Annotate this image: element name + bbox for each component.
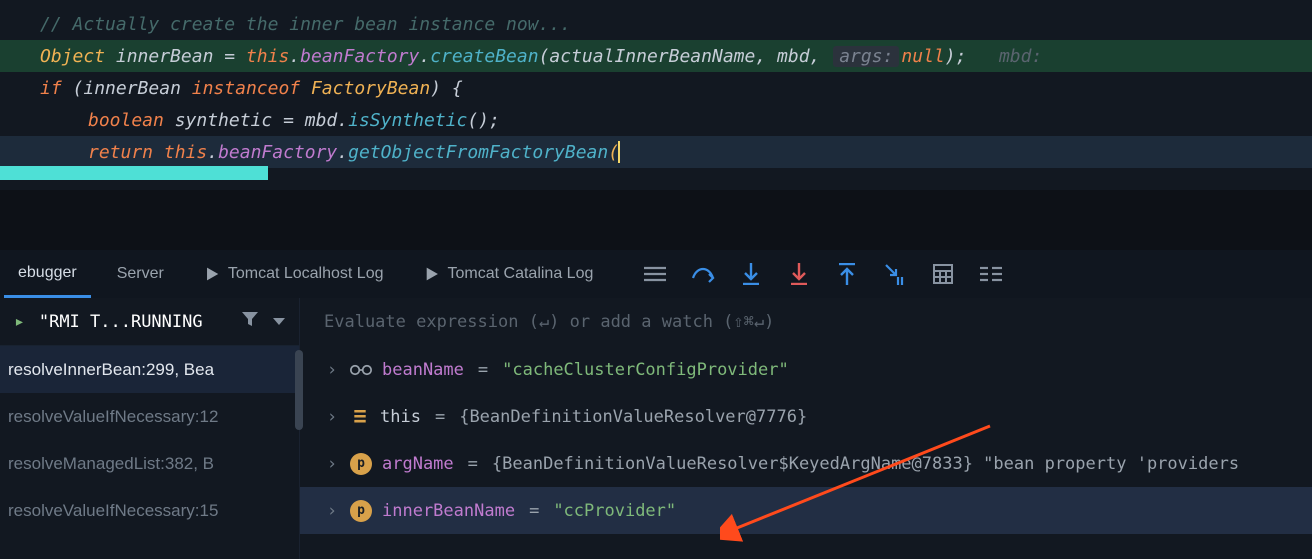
variable-value: {BeanDefinitionValueResolver$KeyedArgNam…	[492, 454, 1239, 474]
variable-value: "cacheClusterConfigProvider"	[502, 360, 789, 380]
vertical-scrollbar[interactable]	[295, 350, 303, 430]
expand-chevron-icon[interactable]: ›	[324, 454, 340, 474]
tab-label: Server	[117, 265, 164, 283]
play-icon	[424, 266, 440, 282]
frames-panel: ▸ "RMI T...RUNNING resolveInnerBean:299,…	[0, 298, 300, 559]
expand-chevron-icon[interactable]: ›	[324, 360, 340, 380]
variable-value: "ccProvider"	[553, 501, 676, 521]
stack-frame[interactable]: resolveInnerBean:299, Bea	[0, 346, 299, 393]
variable-name: this	[380, 407, 421, 427]
variable-row[interactable]: › p argName = {BeanDefinitionValueResolv…	[300, 440, 1312, 487]
filter-icon[interactable]	[241, 310, 259, 333]
run-to-cursor-button[interactable]	[883, 262, 907, 286]
evaluate-expression-input[interactable]: Evaluate expression (↵) or add a watch (…	[300, 298, 1312, 346]
tab-label: Tomcat Localhost Log	[228, 265, 384, 283]
evaluate-expression-button[interactable]	[931, 262, 955, 286]
code-comment: // Actually create the inner bean instan…	[40, 14, 571, 35]
tab-label: Tomcat Catalina Log	[448, 265, 594, 283]
variable-name: beanName	[382, 360, 464, 380]
frames-header: ▸ "RMI T...RUNNING	[0, 298, 299, 346]
variables-panel: Evaluate expression (↵) or add a watch (…	[300, 298, 1312, 559]
play-icon	[204, 266, 220, 282]
force-step-into-button[interactable]	[787, 262, 811, 286]
panel-gap	[0, 190, 1312, 250]
expand-chevron-icon[interactable]: ›	[324, 501, 340, 521]
tab-server[interactable]: Server	[103, 250, 178, 298]
watch-icon	[350, 359, 372, 381]
variable-name: argName	[382, 454, 454, 474]
step-over-button[interactable]	[691, 262, 715, 286]
variable-row[interactable]: › beanName = "cacheClusterConfigProvider…	[300, 346, 1312, 393]
debug-lower-panel: ▸ "RMI T...RUNNING resolveInnerBean:299,…	[0, 298, 1312, 559]
tab-label: ebugger	[18, 264, 77, 282]
frames-list[interactable]: resolveInnerBean:299, Bea resolveValueIf…	[0, 346, 299, 559]
tab-tomcat-localhost-log[interactable]: Tomcat Localhost Log	[190, 250, 398, 298]
variable-row[interactable]: › p innerBeanName = "ccProvider"	[300, 487, 1312, 534]
tab-debugger[interactable]: ebugger	[4, 250, 91, 298]
variable-name: innerBeanName	[382, 501, 515, 521]
object-icon: ≡	[350, 406, 370, 428]
layout-settings-button[interactable]	[643, 262, 667, 286]
expand-chevron-icon[interactable]: ›	[324, 407, 340, 427]
caret-icon	[618, 141, 620, 163]
code-line: boolean synthetic = mbd . isSynthetic ()…	[0, 104, 1312, 136]
variables-list[interactable]: › beanName = "cacheClusterConfigProvider…	[300, 346, 1312, 559]
code-line-executed: Object innerBean = this . beanFactory . …	[0, 40, 1312, 72]
thread-selector[interactable]: "RMI T...RUNNING	[39, 312, 203, 332]
dropdown-icon[interactable]	[273, 318, 285, 325]
parameter-icon: p	[350, 453, 372, 475]
variable-row[interactable]: › ≡ this = {BeanDefinitionValueResolver@…	[300, 393, 1312, 440]
editor-code-area[interactable]: // Actually create the inner bean instan…	[0, 0, 1312, 190]
trace-current-stream-button[interactable]	[979, 262, 1003, 286]
tab-tomcat-catalina-log[interactable]: Tomcat Catalina Log	[410, 250, 608, 298]
stack-frame[interactable]: resolveValueIfNecessary:12	[0, 393, 299, 440]
horizontal-scrollbar[interactable]	[0, 166, 268, 180]
code-line-current: return this . beanFactory . getObjectFro…	[0, 136, 1312, 168]
stack-frame[interactable]: resolveManagedList:382, B	[0, 440, 299, 487]
code-line: if ( innerBean instanceof FactoryBean ) …	[0, 72, 1312, 104]
step-out-button[interactable]	[835, 262, 859, 286]
variable-value: {BeanDefinitionValueResolver@7776}	[459, 407, 807, 427]
step-into-button[interactable]	[739, 262, 763, 286]
play-icon: ▸	[14, 311, 25, 332]
stack-frame[interactable]: resolveValueIfNecessary:15	[0, 487, 299, 534]
debug-toolbar	[643, 262, 1003, 286]
code-line: // Actually create the inner bean instan…	[0, 8, 1312, 40]
placeholder-text: Evaluate expression (↵) or add a watch (…	[324, 312, 774, 332]
parameter-icon: p	[350, 500, 372, 522]
debug-tabstrip: ebugger Server Tomcat Localhost Log Tomc…	[0, 250, 1312, 298]
